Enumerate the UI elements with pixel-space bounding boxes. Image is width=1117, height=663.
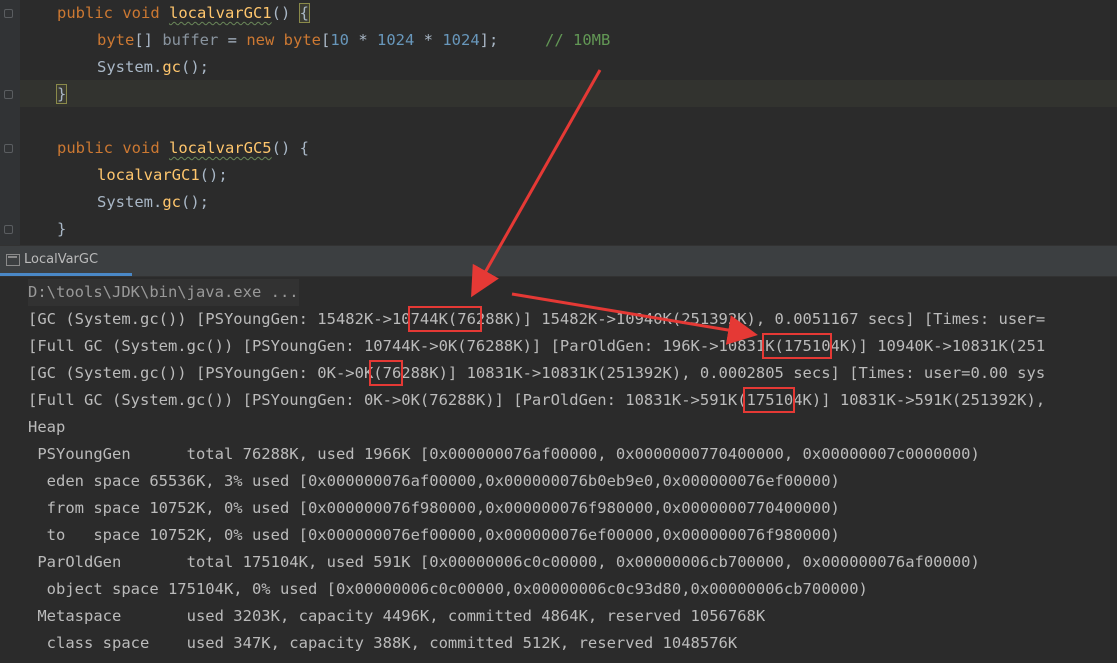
- code-line-3[interactable]: System.gc();: [97, 54, 209, 81]
- annotation-box-10831k: [762, 333, 832, 359]
- code-line-7[interactable]: localvarGC1();: [97, 162, 228, 189]
- console-line: [Full GC (System.gc()) [PSYoungGen: 0K->…: [28, 391, 1046, 409]
- console-line: PSYoungGen total 76288K, used 1966K [0x0…: [28, 445, 980, 463]
- current-line-highlight: [20, 80, 1117, 107]
- console-line: from space 10752K, 0% used [0x000000076f…: [28, 499, 840, 517]
- console-line: to space 10752K, 0% used [0x000000076ef0…: [28, 526, 840, 544]
- code-line-6[interactable]: public void localvarGC5() {: [57, 135, 309, 162]
- code-line-8[interactable]: System.gc();: [97, 189, 209, 216]
- console-line: [GC (System.gc()) [PSYoungGen: 0K->0K(76…: [28, 364, 1046, 382]
- console-icon: [6, 253, 20, 266]
- fold-marker-icon[interactable]: [4, 225, 13, 234]
- console-line: Metaspace used 3203K, capacity 4496K, co…: [28, 607, 766, 625]
- editor-gutter: [0, 0, 20, 245]
- fold-marker-icon[interactable]: [4, 144, 13, 153]
- console-line: ParOldGen total 175104K, used 591K [0x00…: [28, 553, 980, 571]
- run-tab-localvargc[interactable]: LocalVarGC: [0, 246, 132, 276]
- fold-marker-icon[interactable]: [4, 90, 13, 99]
- console-line: eden space 65536K, 3% used [0x000000076a…: [28, 472, 840, 490]
- annotation-box-10744k: [408, 306, 482, 332]
- annotation-box-591k: [743, 387, 795, 413]
- code-editor[interactable]: public void localvarGC1() { byte[] buffe…: [0, 0, 1117, 245]
- code-line-2[interactable]: byte[] buffer = new byte[10 * 1024 * 102…: [97, 27, 610, 54]
- code-line-9[interactable]: }: [57, 216, 66, 243]
- run-tool-window-tabs: LocalVarGC: [0, 245, 1117, 277]
- code-line-1[interactable]: public void localvarGC1() {: [57, 0, 311, 27]
- run-tab-label: LocalVarGC: [24, 252, 99, 267]
- annotation-box-0k: [369, 360, 403, 386]
- console-line: Heap: [28, 418, 66, 436]
- fold-marker-icon[interactable]: [4, 9, 13, 18]
- run-console-output[interactable]: D:\tools\JDK\bin\java.exe ... [GC (Syste…: [0, 277, 1117, 663]
- console-line: [GC (System.gc()) [PSYoungGen: 15482K->1…: [28, 310, 1046, 328]
- console-line: [Full GC (System.gc()) [PSYoungGen: 1074…: [28, 337, 1046, 355]
- code-line-4[interactable]: }: [55, 81, 68, 108]
- console-line: class space used 347K, capacity 388K, co…: [28, 634, 738, 652]
- console-command-line[interactable]: D:\tools\JDK\bin\java.exe ...: [28, 279, 299, 306]
- console-line: object space 175104K, 0% used [0x0000000…: [28, 580, 868, 598]
